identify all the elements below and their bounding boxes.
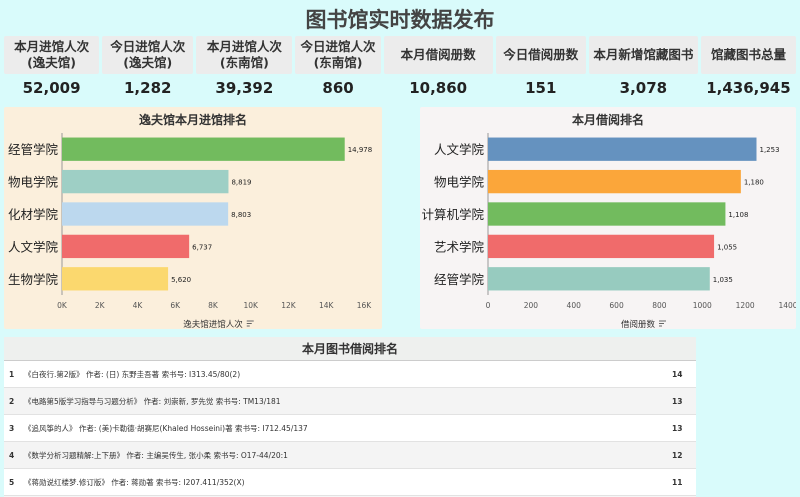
category-label: 计算机学院 <box>421 207 484 222</box>
bar[interactable] <box>62 267 169 291</box>
data-label: 1,108 <box>728 211 748 219</box>
book-ranking-list: 本月图书借阅排名 1 《白夜行.第2版》 作者: (日) 东野圭吾著 索书号: … <box>4 337 696 497</box>
book-ranking-title: 本月图书借阅排名 <box>4 337 696 361</box>
x-axis-label: 借阅册数 <box>621 319 656 329</box>
category-label: 经管学院 <box>434 272 485 287</box>
rank-number: 4 <box>9 450 15 460</box>
bar[interactable] <box>62 202 229 226</box>
category-label: 物电学院 <box>8 175 59 190</box>
kpi-label: 今日进馆人次 (东南馆) <box>295 36 381 74</box>
tick-label: 8K <box>208 301 219 310</box>
list-item[interactable]: 5 《蒋勋说红楼梦.修订版》 作者: 蒋勋著 索书号: I207.411/352… <box>4 469 696 496</box>
data-label: 1,055 <box>717 243 737 251</box>
data-label: 14,978 <box>348 146 373 154</box>
tick-label: 16K <box>357 301 373 310</box>
category-label: 经管学院 <box>8 142 59 157</box>
bar[interactable] <box>488 169 741 194</box>
data-label: 8,819 <box>231 179 251 187</box>
data-label: 1,035 <box>713 276 733 284</box>
rank-number: 5 <box>9 477 15 487</box>
kpi-label: 今日借阅册数 <box>495 36 586 74</box>
kpi-label: 本月借阅册数 <box>383 36 493 74</box>
sort-icon[interactable] <box>659 320 666 327</box>
bar[interactable] <box>488 267 710 291</box>
kpi-label: 今日进馆人次 (逸夫馆) <box>102 36 194 74</box>
book-info: 《白夜行.第2版》 作者: (日) 东野圭吾著 索书号: I313.45/80(… <box>24 369 241 379</box>
bar[interactable] <box>488 137 757 161</box>
kpi-label: 本月进馆人次 (东南馆) <box>196 36 293 74</box>
data-label: 8,803 <box>231 211 251 219</box>
kpi-label: 本月新增馆藏图书 <box>588 36 698 74</box>
book-info: 《蒋勋说红楼梦.修订版》 作者: 蒋勋著 索书号: I207.411/352(X… <box>24 477 245 487</box>
kpi-value: 860 <box>322 79 354 97</box>
rank-number: 3 <box>9 423 15 433</box>
tick-label: 1400 <box>778 301 796 310</box>
borrow-count: 11 <box>672 477 683 487</box>
borrow-count: 12 <box>672 450 683 460</box>
tick-label: 2K <box>95 301 106 310</box>
bar[interactable] <box>488 202 726 226</box>
data-label: 5,620 <box>171 276 191 284</box>
kpi-value: 3,078 <box>619 79 668 97</box>
bar[interactable] <box>62 169 229 194</box>
tick-label: 10K <box>244 301 260 310</box>
tick-label: 200 <box>524 301 539 310</box>
rank-number: 2 <box>9 396 15 406</box>
borrow-count: 14 <box>672 369 683 379</box>
kpi-label: 本月进馆人次 (逸夫馆) <box>4 36 100 74</box>
category-label: 化材学院 <box>8 207 59 222</box>
kpi-value: 52,009 <box>22 79 81 97</box>
tick-label: 0K <box>57 301 68 310</box>
category-label: 艺术学院 <box>434 239 485 254</box>
kpi-value-row: 52,009 1,282 39,392 860 10,860 151 3,078… <box>4 77 796 99</box>
kpi-label: 馆藏图书总量 <box>700 36 797 74</box>
tick-label: 1000 <box>693 301 712 310</box>
bar[interactable] <box>62 234 190 259</box>
borrow-ranking-chart: 人文学院 1,253 物电学院 1,180 计算机学院 1,108 艺术学院 1,055 经管学… <box>421 133 796 329</box>
entry-ranking-chart: 经管学院 14,978 物电学院 8,819 化材学院 8,803 人文学院 6,737 生物学… <box>8 133 373 329</box>
list-item[interactable]: 1 《白夜行.第2版》 作者: (日) 东野圭吾著 索书号: I313.45/8… <box>4 361 696 388</box>
tick-label: 12K <box>281 301 297 310</box>
tick-label: 400 <box>567 301 582 310</box>
kpi-value: 39,392 <box>215 79 274 97</box>
bar[interactable] <box>62 137 345 161</box>
kpi-value: 1,436,945 <box>706 79 791 97</box>
data-label: 6,737 <box>192 243 212 251</box>
borrow-count: 13 <box>672 396 683 406</box>
tick-label: 0 <box>486 301 491 310</box>
tick-label: 600 <box>609 301 624 310</box>
rank-number: 1 <box>9 369 15 379</box>
book-info: 《数学分析习题精解:上下册》 作者: 主编吴传生, 张小柔 索书号: O17-4… <box>24 450 288 460</box>
kpi-value: 1,282 <box>124 79 172 97</box>
list-item[interactable]: 4 《数学分析习题精解:上下册》 作者: 主编吴传生, 张小柔 索书号: O17… <box>4 442 696 469</box>
tick-label: 4K <box>133 301 144 310</box>
list-item[interactable]: 3 《追风筝的人》 作者: (美)卡勒德·胡赛尼(Khaled Hosseini… <box>4 415 696 442</box>
borrow-count: 13 <box>672 423 683 433</box>
book-info: 《电路第5版学习指导与习题分析》 作者: 刘崇新, 罗先觉 索书号: TM13/… <box>24 396 281 406</box>
x-axis-label: 逸夫馆进馆人次 <box>183 319 243 329</box>
page-title: 图书馆实时数据发布 <box>305 8 495 32</box>
category-label: 物电学院 <box>434 175 485 190</box>
sort-icon[interactable] <box>246 320 254 327</box>
data-label: 1,180 <box>744 179 764 187</box>
tick-label: 1200 <box>736 301 755 310</box>
category-label: 人文学院 <box>434 142 485 157</box>
kpi-value: 10,860 <box>409 79 468 97</box>
kpi-header-row: 本月进馆人次 (逸夫馆) 今日进馆人次 (逸夫馆) 本月进馆人次 (东南馆) 今… <box>4 36 797 74</box>
kpi-value: 151 <box>525 79 557 97</box>
category-label: 人文学院 <box>8 239 59 254</box>
entry-ranking-panel: 逸夫馆本月进馆排名 经管学院 14,978 物电学院 8,819 化材学院 8,803 人文… <box>4 107 382 329</box>
tick-label: 14K <box>319 301 335 310</box>
tick-label: 6K <box>170 301 181 310</box>
list-item[interactable]: 2 《电路第5版学习指导与习题分析》 作者: 刘崇新, 罗先觉 索书号: TM1… <box>4 388 696 415</box>
data-label: 1,253 <box>760 146 780 154</box>
book-info: 《追风筝的人》 作者: (美)卡勒德·胡赛尼(Khaled Hosseini)著… <box>24 423 308 433</box>
category-label: 生物学院 <box>8 272 59 287</box>
borrow-ranking-panel: 本月借阅排名 人文学院 1,253 物电学院 1,180 计算机学院 1,108 艺术学院 1… <box>420 107 796 329</box>
bar[interactable] <box>488 234 715 259</box>
tick-label: 800 <box>652 301 667 310</box>
